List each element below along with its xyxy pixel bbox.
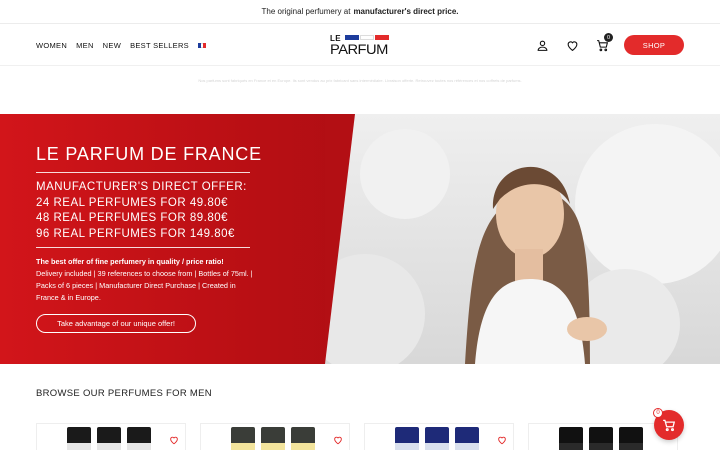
hero-description-bold: The best offer of fine perfumery in qual… [36, 257, 224, 266]
main-nav: WOMEN MEN NEW BEST SELLERS [36, 24, 206, 66]
announcement-text: The original perfumery at [261, 7, 351, 16]
product-card[interactable] [200, 423, 350, 450]
hero-title: LE PARFUM DE FRANCE [36, 144, 262, 164]
nav-link-best-sellers[interactable]: BEST SELLERS [130, 41, 189, 50]
hero-description-text: Delivery included | 39 references to cho… [36, 269, 253, 302]
site-logo[interactable]: LE PARFUM [330, 32, 390, 58]
perfume-bottle [231, 427, 255, 450]
product-card[interactable] [36, 423, 186, 450]
announcement-bar: The original perfumery at manufacturer's… [0, 0, 720, 24]
perfume-bottle [67, 427, 91, 450]
header-actions: 0 SHOP [534, 24, 684, 66]
account-icon[interactable] [534, 37, 550, 53]
seo-notice-text: Nos parfums sont fabriqués en France et … [198, 78, 522, 83]
cart-icon[interactable]: 0 [594, 33, 613, 53]
hero-cta-button[interactable]: Take advantage of our unique offer! [36, 314, 196, 333]
floating-cart-badge: 0 [653, 408, 663, 418]
logo-flag-white [360, 35, 374, 40]
main-header: WOMEN MEN NEW BEST SELLERS LE PARFUM 0 S… [0, 24, 720, 66]
nav-link-women[interactable]: WOMEN [36, 41, 67, 50]
product-card[interactable] [364, 423, 514, 450]
perfume-bottle [425, 427, 449, 450]
shop-button[interactable]: SHOP [624, 35, 684, 55]
offer-line: 96 REAL PERFUMES FOR 149.80€ [36, 227, 235, 240]
perfume-bottle [127, 427, 151, 450]
perfume-bottle [261, 427, 285, 450]
perfume-bottle [395, 427, 419, 450]
perfume-bottle [291, 427, 315, 450]
logo-flag-red [375, 35, 389, 40]
perfume-bottle [97, 427, 121, 450]
hero-divider-top [36, 172, 250, 173]
hero-model-photo [325, 114, 720, 364]
hero-illustration [325, 124, 720, 364]
offer-line: 24 REAL PERFUMES FOR 49.80€ [36, 196, 229, 209]
perfume-bottle [455, 427, 479, 450]
section-title: BROWSE OUR PERFUMES FOR MEN [36, 388, 212, 399]
favorite-heart-icon[interactable] [169, 432, 179, 450]
hero-banner: LE PARFUM DE FRANCE MANUFACTURER'S DIREC… [0, 114, 720, 364]
perfume-bottle [589, 427, 613, 450]
perfume-bottle [619, 427, 643, 450]
hero-description: The best offer of fine perfumery in qual… [36, 256, 254, 304]
offer-line: MANUFACTURER'S DIRECT OFFER: [36, 181, 247, 193]
french-flag-icon[interactable] [197, 42, 206, 48]
cart-count-badge: 0 [604, 33, 613, 42]
favorite-heart-icon[interactable] [333, 432, 343, 450]
floating-cart-icon [663, 419, 676, 432]
perfume-bottle [559, 427, 583, 450]
wishlist-heart-icon[interactable] [564, 37, 580, 53]
favorite-heart-icon[interactable] [497, 432, 507, 450]
hero-divider-bottom [36, 247, 250, 248]
hero-offer: MANUFACTURER'S DIRECT OFFER: 24 REAL PER… [36, 180, 247, 242]
nav-link-men[interactable]: MEN [76, 41, 94, 50]
announcement-bold-text: manufacturer's direct price. [353, 7, 459, 16]
offer-line: 48 REAL PERFUMES FOR 89.80€ [36, 212, 229, 225]
logo-flag-blue [345, 35, 359, 40]
logo-parfum: PARFUM [330, 41, 388, 57]
nav-link-new[interactable]: NEW [103, 41, 121, 50]
